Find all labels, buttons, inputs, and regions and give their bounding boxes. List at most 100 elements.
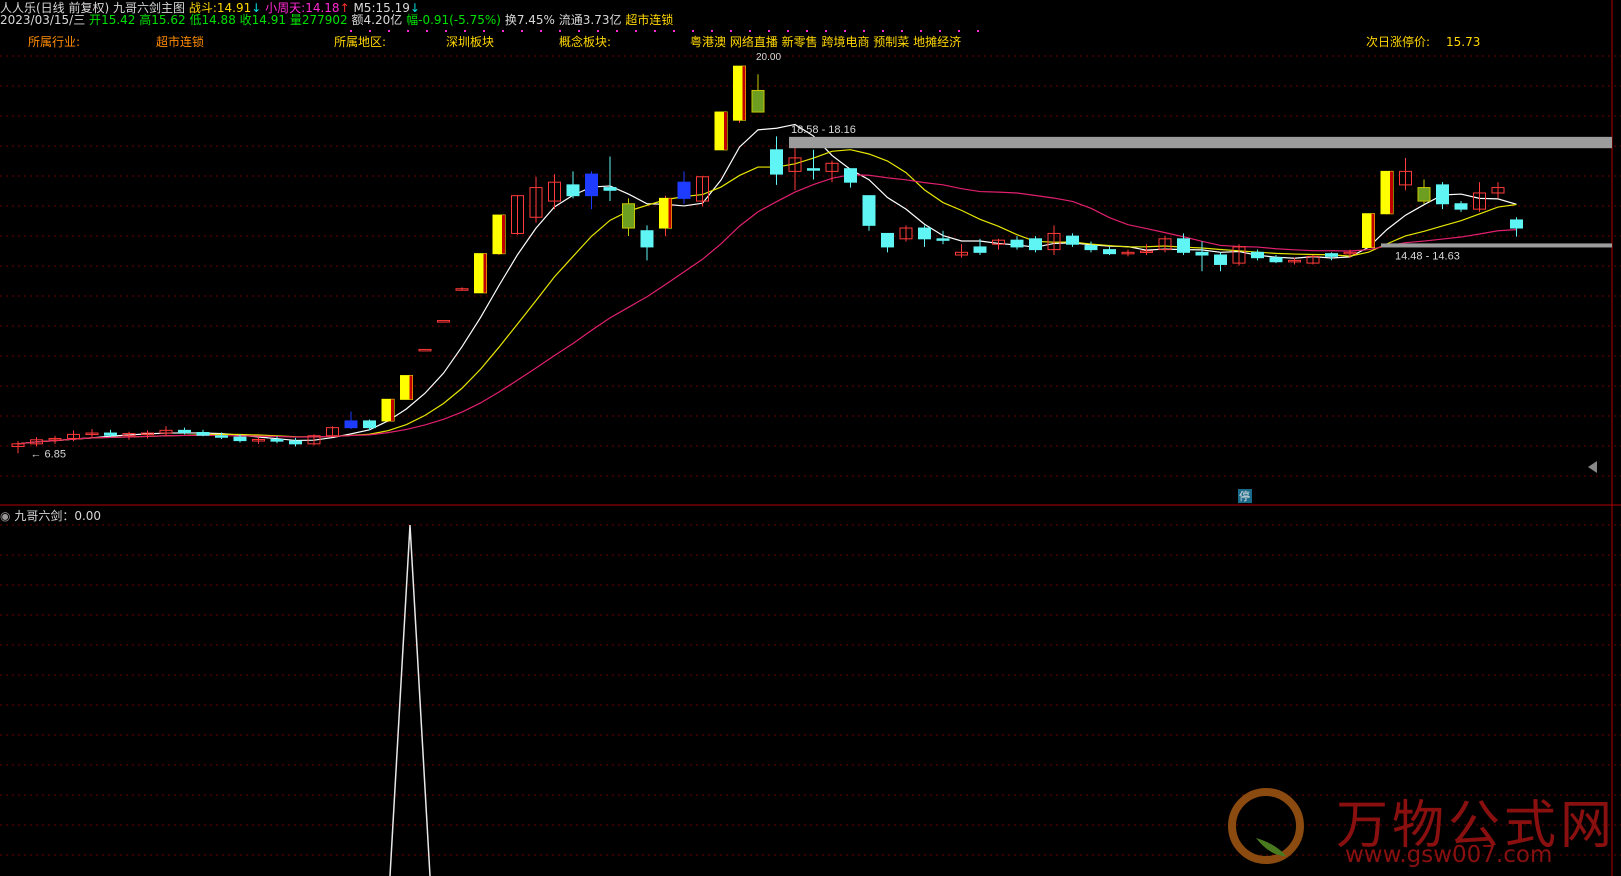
signal-dot [806,30,808,32]
signal-dot [863,30,865,32]
candle [881,232,894,253]
candle [1454,201,1468,212]
candle [1121,249,1135,257]
candle [1195,241,1209,272]
signal-dot [825,30,827,32]
signal-dot [768,30,770,32]
moving-averages [17,123,1517,445]
candle-body [233,436,247,442]
signal-dot [901,30,903,32]
candle-body [770,149,783,175]
candle-body [1325,253,1338,257]
candle [122,431,136,440]
candle-edge [391,399,394,421]
signal-dot [635,30,637,32]
candle [844,168,857,188]
candle [159,426,173,436]
candle [1010,236,1024,250]
candle-body [363,420,376,429]
candle [770,136,783,185]
signal-dot [844,30,846,32]
candles [11,65,1523,454]
candle-body [677,181,691,199]
candle-body [1177,238,1190,253]
candle [474,253,487,294]
candle [696,176,709,207]
watermark-url: www.gsw007.com [1345,842,1553,868]
signal-dot [692,30,694,32]
signal-dot [939,30,941,32]
signal-dot [882,30,884,32]
candle-body [1066,235,1079,245]
candle-body [807,168,820,171]
signal-dot [597,30,599,32]
candle [807,149,820,180]
candle [252,437,265,444]
candle-body [844,168,857,183]
signal-dot [483,30,485,32]
candle-body [178,429,191,434]
candle-edge [483,253,487,293]
candle [381,398,395,423]
price-box-1 [789,136,1612,149]
signal-dot [407,30,409,32]
stop-badge: 停 [1239,489,1250,503]
candle [918,225,931,247]
candle [1177,233,1190,256]
candle [492,214,506,256]
signal-dot [654,30,656,32]
candle-body [622,203,635,229]
signal-dot [350,30,352,32]
candle-edge [502,215,505,254]
candle [955,244,968,258]
candle-body [918,227,931,240]
candle-body [936,238,950,241]
candle [825,160,839,183]
candle-edge [1371,213,1375,248]
candle [48,435,62,444]
signal-dot [730,30,732,32]
candle [622,198,635,237]
kline-chart[interactable]: ← 6.85 18.58 - 18.16 14.48 - 14.63 20.00 停 [0,0,1621,876]
candle-body [1084,245,1098,251]
signal-dot [521,30,523,32]
candle [85,429,99,438]
candle [603,156,617,202]
price-box-2 [1381,243,1612,248]
candle [992,238,1005,250]
signal-dot [977,30,979,32]
candle [1417,179,1431,204]
candle [1325,252,1338,261]
signal-dot [388,30,390,32]
ma5-line [17,123,1517,445]
candle-edge [742,66,746,121]
candle [1491,182,1505,199]
candle [566,171,580,199]
signal-dot [464,30,466,32]
candle [529,176,543,223]
signal-dot [616,30,618,32]
candle-body [1436,184,1449,205]
candle-body [1251,251,1264,259]
candle [1510,217,1523,237]
candle-body [196,432,210,436]
candle [1380,170,1394,215]
candle [788,147,802,191]
candle-edge [1390,171,1393,214]
candle [418,348,432,352]
candle-body [1195,251,1209,256]
candle-body [1454,203,1468,210]
candle-body [585,173,598,197]
signal-dot [540,30,542,32]
signal-dot [369,30,371,32]
watermark-logo-icon [1226,786,1320,869]
candle-body [640,230,654,248]
candle-body [437,320,450,323]
candle-body [751,89,765,113]
candle [1399,157,1412,191]
candle [455,287,469,291]
candle-body [862,195,876,226]
candle [640,225,654,261]
candle-body [1214,254,1227,265]
signal-dot [426,30,428,32]
